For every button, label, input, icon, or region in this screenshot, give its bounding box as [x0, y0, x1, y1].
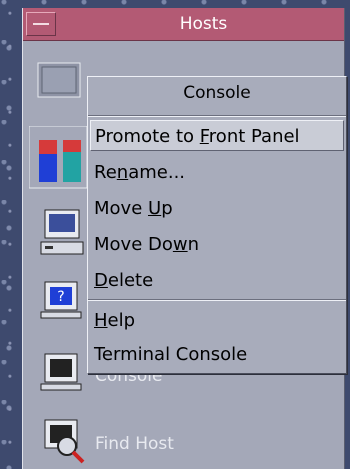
find-host-icon	[44, 419, 85, 464]
svg-text:?: ?	[57, 289, 64, 305]
minimize-icon	[33, 23, 49, 25]
panel-item[interactable]: Find Host	[23, 418, 344, 464]
minimize-button[interactable]	[26, 12, 56, 36]
menu-item-terminal-console[interactable]: Terminal Console	[90, 339, 344, 370]
title-bar[interactable]: Hosts	[23, 8, 344, 41]
window-title: Hosts	[179, 14, 228, 34]
panel-item-label: Find Host	[95, 434, 174, 454]
menu-item-promote[interactable]: Promote to Front Panel	[90, 120, 344, 151]
menu-item-delete[interactable]: Delete	[90, 265, 344, 296]
menu-title: Console	[183, 83, 251, 103]
menu-item-move-down[interactable]: Move Down	[90, 229, 344, 260]
menu-item-rename[interactable]: Rename...	[90, 157, 344, 188]
context-menu: Console Promote to Front Panel Rename...…	[87, 76, 347, 374]
terminal-icon	[40, 353, 82, 391]
menu-item-help[interactable]: Help	[90, 305, 344, 336]
menu-separator	[88, 115, 346, 117]
help-monitor-icon: ?	[40, 281, 82, 319]
workstation-icon	[40, 209, 84, 255]
blank-workspace-icon	[37, 62, 81, 98]
menu-item-move-up[interactable]: Move Up	[90, 193, 344, 224]
bar-chart-icon	[29, 126, 88, 189]
menu-separator	[88, 299, 346, 301]
